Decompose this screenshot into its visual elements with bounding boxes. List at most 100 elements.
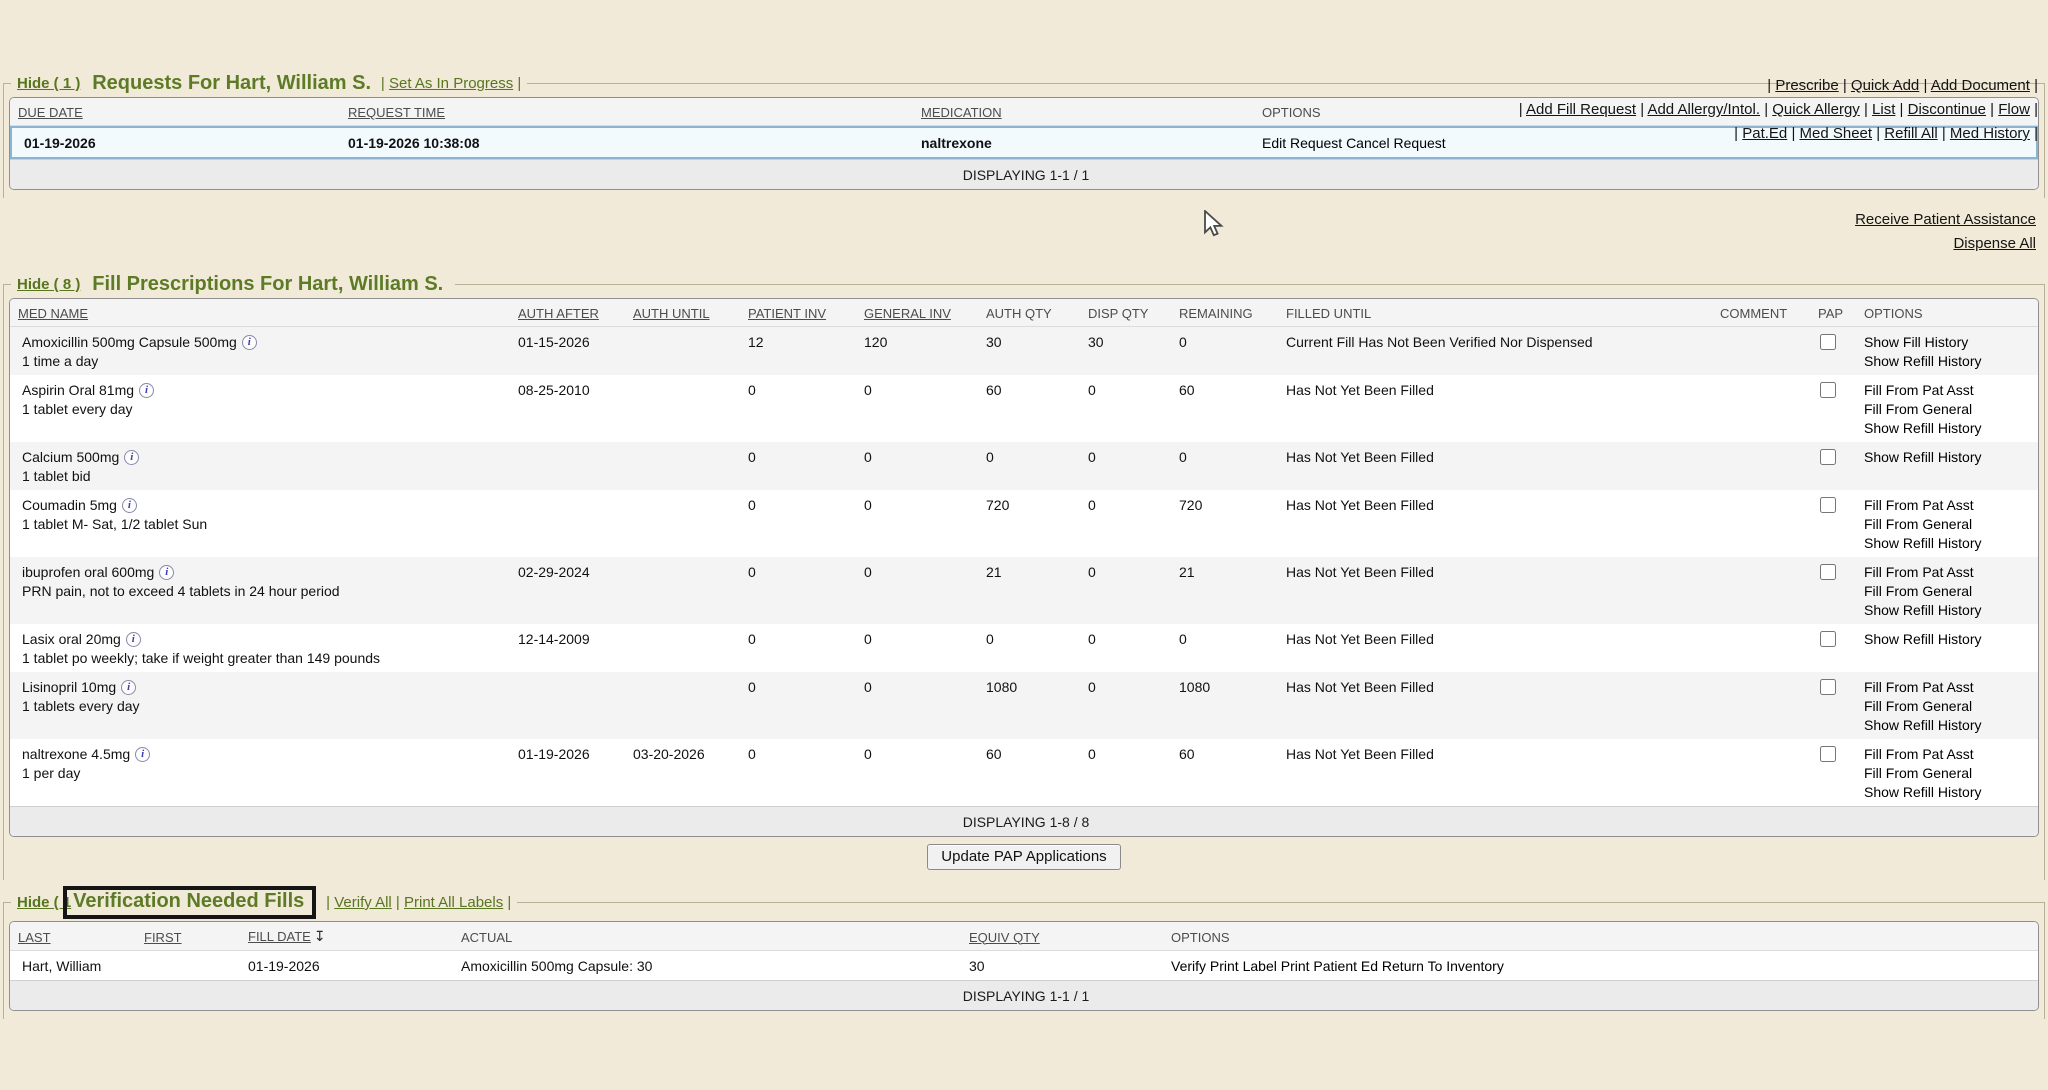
column-header-label: GENERAL INV xyxy=(864,306,951,321)
column-header[interactable]: REQUEST TIME xyxy=(340,98,913,126)
column-header[interactable]: MEDICATION xyxy=(913,98,1254,126)
show-refill-history-link[interactable]: Show Refill History xyxy=(1864,419,2030,438)
fill-from-pat-asst-link[interactable]: Fill From Pat Asst xyxy=(1864,496,2030,515)
pap-checkbox[interactable] xyxy=(1820,334,1836,350)
prescription-row: Calcium 500mgi 1 tablet bid 0 0 0 0 0 Ha… xyxy=(10,442,2038,490)
verify-all-link[interactable]: Verify All xyxy=(334,894,392,911)
add-document-link[interactable]: Add Document xyxy=(1931,77,2030,94)
pap-checkbox[interactable] xyxy=(1820,497,1836,513)
med-name-cell: Amoxicillin 500mg Capsule 500mgi 1 time … xyxy=(10,327,510,375)
pap-checkbox[interactable] xyxy=(1820,449,1836,465)
pap-checkbox[interactable] xyxy=(1820,631,1836,647)
dispense-all-link[interactable]: Dispense All xyxy=(0,232,2036,256)
auth-qty-cell: 30 xyxy=(978,327,1080,375)
column-header[interactable]: GENERAL INV xyxy=(856,299,978,327)
column-header[interactable]: FIRST xyxy=(136,922,240,951)
hide-fill-link[interactable]: Hide ( 8 ) xyxy=(17,276,80,293)
verification-section-title: Verification Needed Fills xyxy=(73,890,304,912)
column-header[interactable]: LAST xyxy=(10,922,136,951)
fill-from-general-link[interactable]: Fill From General xyxy=(1864,515,2030,534)
patient-assistance-links: Receive Patient Assistance Dispense All xyxy=(0,208,2036,256)
show-refill-history-link[interactable]: Show Refill History xyxy=(1864,352,2030,371)
comment-cell xyxy=(1712,672,1810,739)
verification-header-row: LAST FIRST FILL DATE↧ ACTUAL EQUIV QTY O… xyxy=(10,922,2038,951)
info-icon[interactable]: i xyxy=(242,335,257,350)
column-header[interactable]: DUE DATE xyxy=(10,98,340,126)
med-sheet-link[interactable]: Med Sheet xyxy=(1800,125,1873,142)
print-patient-ed-link[interactable]: Print Patient Ed xyxy=(1281,958,1378,974)
remaining-cell: 21 xyxy=(1171,557,1278,624)
options-cell: Show Fill History Show Refill History xyxy=(1856,327,2038,375)
pat-ed-link[interactable]: Pat.Ed xyxy=(1742,125,1787,142)
column-header-label: REQUEST TIME xyxy=(348,105,445,120)
column-header[interactable]: AUTH AFTER xyxy=(510,299,625,327)
edit-request-link[interactable]: Edit Request xyxy=(1262,135,1342,151)
show-refill-history-link[interactable]: Show Refill History xyxy=(1864,783,2030,802)
return-to-inventory-link[interactable]: Return To Inventory xyxy=(1382,958,1504,974)
show-refill-history-link[interactable]: Show Refill History xyxy=(1864,534,2030,553)
options-cell: Fill From Pat Asst Fill From General Sho… xyxy=(1856,672,2038,739)
fill-from-pat-asst-link[interactable]: Fill From Pat Asst xyxy=(1864,745,2030,764)
cancel-request-link[interactable]: Cancel Request xyxy=(1346,135,1446,151)
hide-requests-link[interactable]: Hide ( 1 ) xyxy=(17,75,80,92)
fill-from-general-link[interactable]: Fill From General xyxy=(1864,764,2030,783)
fill-from-general-link[interactable]: Fill From General xyxy=(1864,697,2030,716)
fill-header-row: MED NAME AUTH AFTER AUTH UNTIL PATIENT I… xyxy=(10,299,2038,327)
print-label-link[interactable]: Print Label xyxy=(1210,958,1277,974)
column-header[interactable]: AUTH UNTIL xyxy=(625,299,740,327)
info-icon[interactable]: i xyxy=(122,498,137,513)
filled-until-cell: Has Not Yet Been Filled xyxy=(1278,624,1712,672)
list-link[interactable]: List xyxy=(1872,101,1895,118)
show-refill-history-link[interactable]: Show Refill History xyxy=(1864,448,2030,467)
auth-after-cell: 08-25-2010 xyxy=(510,375,625,442)
med-history-link[interactable]: Med History xyxy=(1950,125,2030,142)
quick-allergy-link[interactable]: Quick Allergy xyxy=(1772,101,1860,118)
fill-from-general-link[interactable]: Fill From General xyxy=(1864,400,2030,419)
column-header[interactable]: MED NAME xyxy=(10,299,510,327)
fill-from-pat-asst-link[interactable]: Fill From Pat Asst xyxy=(1864,563,2030,582)
column-header[interactable]: EQUIV QTY xyxy=(961,922,1163,951)
receive-patient-assistance-link[interactable]: Receive Patient Assistance xyxy=(0,208,2036,232)
column-header[interactable]: PATIENT INV xyxy=(740,299,856,327)
disp-qty-cell: 0 xyxy=(1080,375,1171,442)
auth-qty-cell: 0 xyxy=(978,442,1080,490)
info-icon[interactable]: i xyxy=(159,565,174,580)
pap-checkbox[interactable] xyxy=(1820,564,1836,580)
fill-from-pat-asst-link[interactable]: Fill From Pat Asst xyxy=(1864,381,2030,400)
show-fill-history-link[interactable]: Show Fill History xyxy=(1864,333,2030,352)
pap-checkbox[interactable] xyxy=(1820,382,1836,398)
show-refill-history-link[interactable]: Show Refill History xyxy=(1864,601,2030,620)
verify-link[interactable]: Verify xyxy=(1171,958,1206,974)
column-header: REMAINING xyxy=(1171,299,1278,327)
patient-inv-cell: 0 xyxy=(740,442,856,490)
pap-checkbox[interactable] xyxy=(1820,746,1836,762)
flow-link[interactable]: Flow xyxy=(1998,101,2030,118)
fill-from-general-link[interactable]: Fill From General xyxy=(1864,582,2030,601)
options-cell: Fill From Pat Asst Fill From General Sho… xyxy=(1856,490,2038,557)
add-allergy-intol-link[interactable]: Add Allergy/Intol. xyxy=(1647,101,1760,118)
quick-add-link[interactable]: Quick Add xyxy=(1851,77,1919,94)
discontinue-link[interactable]: Discontinue xyxy=(1908,101,1986,118)
info-icon[interactable]: i xyxy=(135,747,150,762)
add-fill-request-link[interactable]: Add Fill Request xyxy=(1526,101,1636,118)
info-icon[interactable]: i xyxy=(121,680,136,695)
fill-from-pat-asst-link[interactable]: Fill From Pat Asst xyxy=(1864,678,2030,697)
info-icon[interactable]: i xyxy=(124,450,139,465)
med-sig: 1 tablet po weekly; take if weight great… xyxy=(22,649,502,668)
prescribe-link[interactable]: Prescribe xyxy=(1775,77,1838,94)
info-icon[interactable]: i xyxy=(139,383,154,398)
pap-checkbox[interactable] xyxy=(1820,679,1836,695)
verification-options: Verify Print Label Print Patient Ed Retu… xyxy=(1171,958,1504,974)
info-icon[interactable]: i xyxy=(126,632,141,647)
update-pap-button[interactable]: Update PAP Applications xyxy=(927,844,1120,870)
column-header[interactable]: FILL DATE↧ xyxy=(240,922,453,951)
displaying-count: DISPLAYING 1-1 / 1 xyxy=(10,980,2038,1010)
print-all-labels-link[interactable]: Print All Labels xyxy=(404,894,503,911)
show-refill-history-link[interactable]: Show Refill History xyxy=(1864,716,2030,735)
show-refill-history-link[interactable]: Show Refill History xyxy=(1864,630,2030,649)
fill-date-cell: 01-19-2026 xyxy=(240,951,453,980)
refill-all-link[interactable]: Refill All xyxy=(1884,125,1937,142)
column-header: ACTUAL xyxy=(453,922,961,951)
row-options: Show Refill History xyxy=(1864,630,2030,649)
set-as-in-progress-link[interactable]: Set As In Progress xyxy=(389,75,513,92)
